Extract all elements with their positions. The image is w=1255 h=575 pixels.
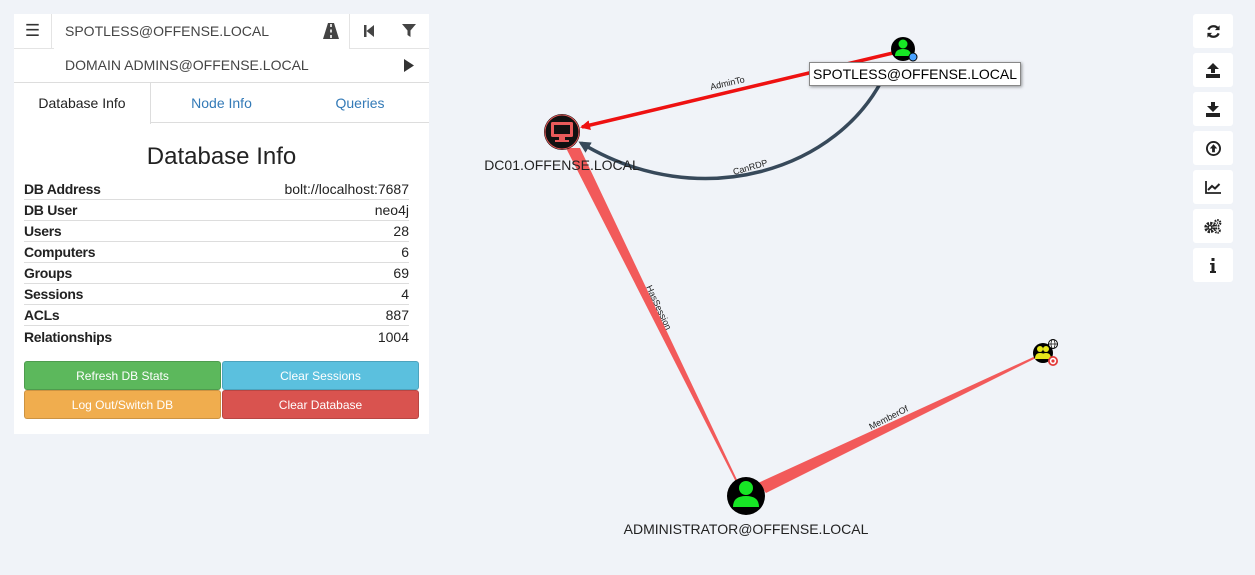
group-node-domain-admins[interactable] xyxy=(1033,339,1058,367)
refresh-db-stats-button[interactable]: Refresh DB Stats xyxy=(24,361,221,390)
db-key: Groups xyxy=(24,265,72,281)
road-icon xyxy=(323,23,339,39)
stats-button[interactable] xyxy=(1193,170,1233,204)
node-label-administrator: ADMINISTRATOR@OFFENSE.LOCAL xyxy=(624,521,869,537)
side-panel: ☰ SPOTLESS@OFFENSE.LOCAL DOMAIN ADMINS@O… xyxy=(14,14,429,434)
edge-has-session[interactable] xyxy=(566,148,739,484)
node-label-dc01: DC01.OFFENSE.LOCAL xyxy=(484,157,640,173)
db-key: Sessions xyxy=(24,286,84,302)
db-key: Users xyxy=(24,223,62,239)
start-search-row: ☰ xyxy=(14,14,429,49)
db-row-sessions: Sessions 4 xyxy=(24,284,409,305)
upload-data-button[interactable] xyxy=(1193,131,1233,165)
db-row-relationships: Relationships 1004 xyxy=(24,326,409,347)
target-icon xyxy=(1048,356,1058,366)
db-value: 4 xyxy=(401,286,409,302)
db-row-acls: ACLs 887 xyxy=(24,305,409,326)
tab-database-info[interactable]: Database Info xyxy=(14,83,151,124)
edge-member-of[interactable] xyxy=(758,354,1040,493)
start-node-input[interactable] xyxy=(54,14,350,48)
menu-button[interactable]: ☰ xyxy=(14,14,52,48)
db-value: bolt://localhost:7687 xyxy=(284,181,409,197)
db-key: Computers xyxy=(24,244,96,260)
computer-node-dc01[interactable]: DC01.OFFENSE.LOCAL xyxy=(484,114,640,173)
clear-sessions-button[interactable]: Clear Sessions xyxy=(222,361,419,390)
db-value: 6 xyxy=(401,244,409,260)
user-node-administrator[interactable]: ADMINISTRATOR@OFFENSE.LOCAL xyxy=(624,477,869,537)
db-value: neo4j xyxy=(374,202,409,218)
db-value: 69 xyxy=(393,265,409,281)
settings-icon xyxy=(1204,218,1222,234)
play-button[interactable] xyxy=(390,48,428,82)
db-key: ACLs xyxy=(24,307,60,323)
page-title: Database Info xyxy=(146,143,297,170)
db-row-address: DB Address bolt://localhost:7687 xyxy=(24,179,409,200)
filter-icon xyxy=(402,24,416,37)
refresh-icon xyxy=(1206,24,1220,38)
import-icon xyxy=(1205,140,1221,156)
panel-tabs: Database Info Node Info Queries xyxy=(14,82,429,124)
db-row-computers: Computers 6 xyxy=(24,242,409,263)
target-search-row xyxy=(14,48,429,82)
download-icon xyxy=(1206,101,1220,117)
info-icon xyxy=(1210,257,1216,273)
chart-icon xyxy=(1205,180,1221,194)
db-key: DB Address xyxy=(24,181,101,197)
db-row-users: Users 28 xyxy=(24,221,409,242)
back-button[interactable] xyxy=(350,14,388,48)
db-value: 887 xyxy=(385,307,409,323)
owned-badge-icon xyxy=(908,52,918,62)
db-row-groups: Groups 69 xyxy=(24,263,409,284)
db-key: DB User xyxy=(24,202,78,218)
logout-switch-db-button[interactable]: Log Out/Switch DB xyxy=(24,390,221,419)
pathfinding-button[interactable] xyxy=(312,14,350,48)
tab-queries[interactable]: Queries xyxy=(291,83,429,123)
domain-globe-icon xyxy=(1048,339,1058,349)
upload-icon xyxy=(1206,62,1220,78)
db-row-user: DB User neo4j xyxy=(24,200,409,221)
db-info-table: DB Address bolt://localhost:7687 DB User… xyxy=(24,179,409,347)
db-key: Relationships xyxy=(24,328,112,345)
clear-database-button[interactable]: Clear Database xyxy=(222,390,419,419)
filter-button[interactable] xyxy=(390,14,428,48)
user-node-spotless[interactable] xyxy=(891,37,918,62)
tab-node-info[interactable]: Node Info xyxy=(152,83,291,123)
db-value: 1004 xyxy=(377,328,409,345)
node-tooltip: SPOTLESS@OFFENSE.LOCAL xyxy=(809,62,1022,86)
step-backward-icon xyxy=(364,25,374,37)
db-value: 28 xyxy=(393,223,409,239)
play-icon xyxy=(404,58,414,72)
export-button[interactable] xyxy=(1193,53,1233,87)
about-button[interactable] xyxy=(1193,248,1233,282)
settings-button[interactable] xyxy=(1193,209,1233,243)
refresh-button[interactable] xyxy=(1193,14,1233,48)
hamburger-icon: ☰ xyxy=(24,21,41,40)
target-node-input[interactable] xyxy=(54,48,349,82)
download-button[interactable] xyxy=(1193,92,1233,126)
